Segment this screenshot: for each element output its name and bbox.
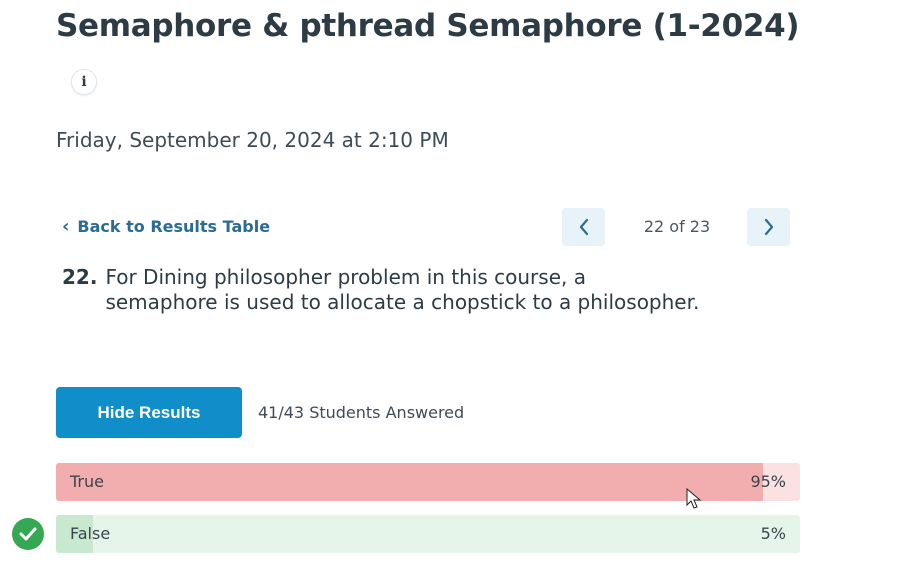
- chevron-right-icon: [764, 218, 773, 236]
- back-to-results-link[interactable]: ‹ Back to Results Table: [62, 216, 270, 237]
- back-link-label: Back to Results Table: [77, 217, 271, 236]
- quiz-date: Friday, September 20, 2024 at 2:10 PM: [56, 128, 449, 152]
- answer-bar-false: False 5%: [56, 515, 800, 553]
- previous-question-button[interactable]: [562, 208, 605, 246]
- correct-check-icon: [12, 518, 44, 550]
- answer-fill-true: [56, 463, 763, 501]
- page-title: Semaphore & pthread Semaphore (1-2024): [56, 8, 800, 44]
- question-number: 22.: [62, 265, 98, 289]
- question-text: For Dining philosopher problem in this c…: [105, 265, 700, 314]
- answer-label: True: [70, 472, 104, 491]
- next-question-button[interactable]: [747, 208, 790, 246]
- students-answered: 41/43 Students Answered: [258, 403, 465, 422]
- question-counter: 22 of 23: [643, 217, 711, 236]
- chevron-left-icon: ‹: [62, 216, 70, 237]
- chevron-left-icon: [579, 218, 588, 236]
- answer-label: False: [70, 524, 111, 543]
- answer-percent: 5%: [760, 524, 786, 543]
- info-icon[interactable]: i: [71, 69, 97, 95]
- question: 22. For Dining philosopher problem in th…: [62, 265, 702, 315]
- mouse-cursor-icon: [686, 488, 702, 509]
- hide-results-button[interactable]: Hide Results: [56, 387, 242, 438]
- answer-percent: 95%: [750, 472, 786, 491]
